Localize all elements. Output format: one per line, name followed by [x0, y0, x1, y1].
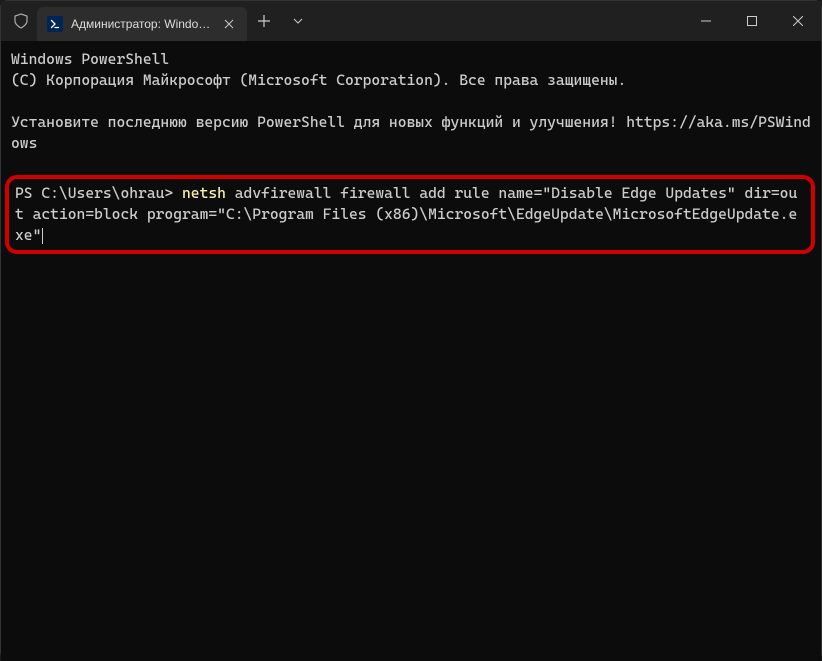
window-controls	[683, 1, 821, 41]
tab-close-button[interactable]	[221, 16, 237, 32]
powershell-icon	[47, 16, 63, 32]
command-keyword: netsh	[182, 184, 226, 202]
terminal-line: (C) Корпорация Майкрософт (Microsoft Cor…	[11, 71, 626, 89]
tab-title: Администратор: Windows PowerShell	[71, 17, 213, 31]
app-icon-area	[1, 1, 37, 41]
terminal-line: Установите последнюю версию PowerShell д…	[11, 113, 811, 152]
shield-icon	[13, 13, 29, 29]
titlebar-drag-area[interactable]	[315, 1, 683, 41]
tab-powershell[interactable]: Администратор: Windows PowerShell	[37, 7, 247, 41]
highlighted-command: PS C:\Users\ohrau> netsh advfirewall fir…	[5, 175, 815, 254]
new-tab-button[interactable]	[247, 1, 281, 41]
prompt-text: PS C:\Users\ohrau>	[15, 184, 182, 202]
terminal-content[interactable]: Windows PowerShell (C) Корпорация Майкро…	[1, 41, 821, 661]
maximize-button[interactable]	[729, 1, 775, 41]
minimize-button[interactable]	[683, 1, 729, 41]
titlebar: Администратор: Windows PowerShell	[1, 1, 821, 41]
terminal-line: Windows PowerShell	[11, 50, 169, 68]
tab-dropdown-button[interactable]	[281, 1, 315, 41]
close-button[interactable]	[775, 1, 821, 41]
tab-strip: Администратор: Windows PowerShell	[37, 1, 247, 41]
